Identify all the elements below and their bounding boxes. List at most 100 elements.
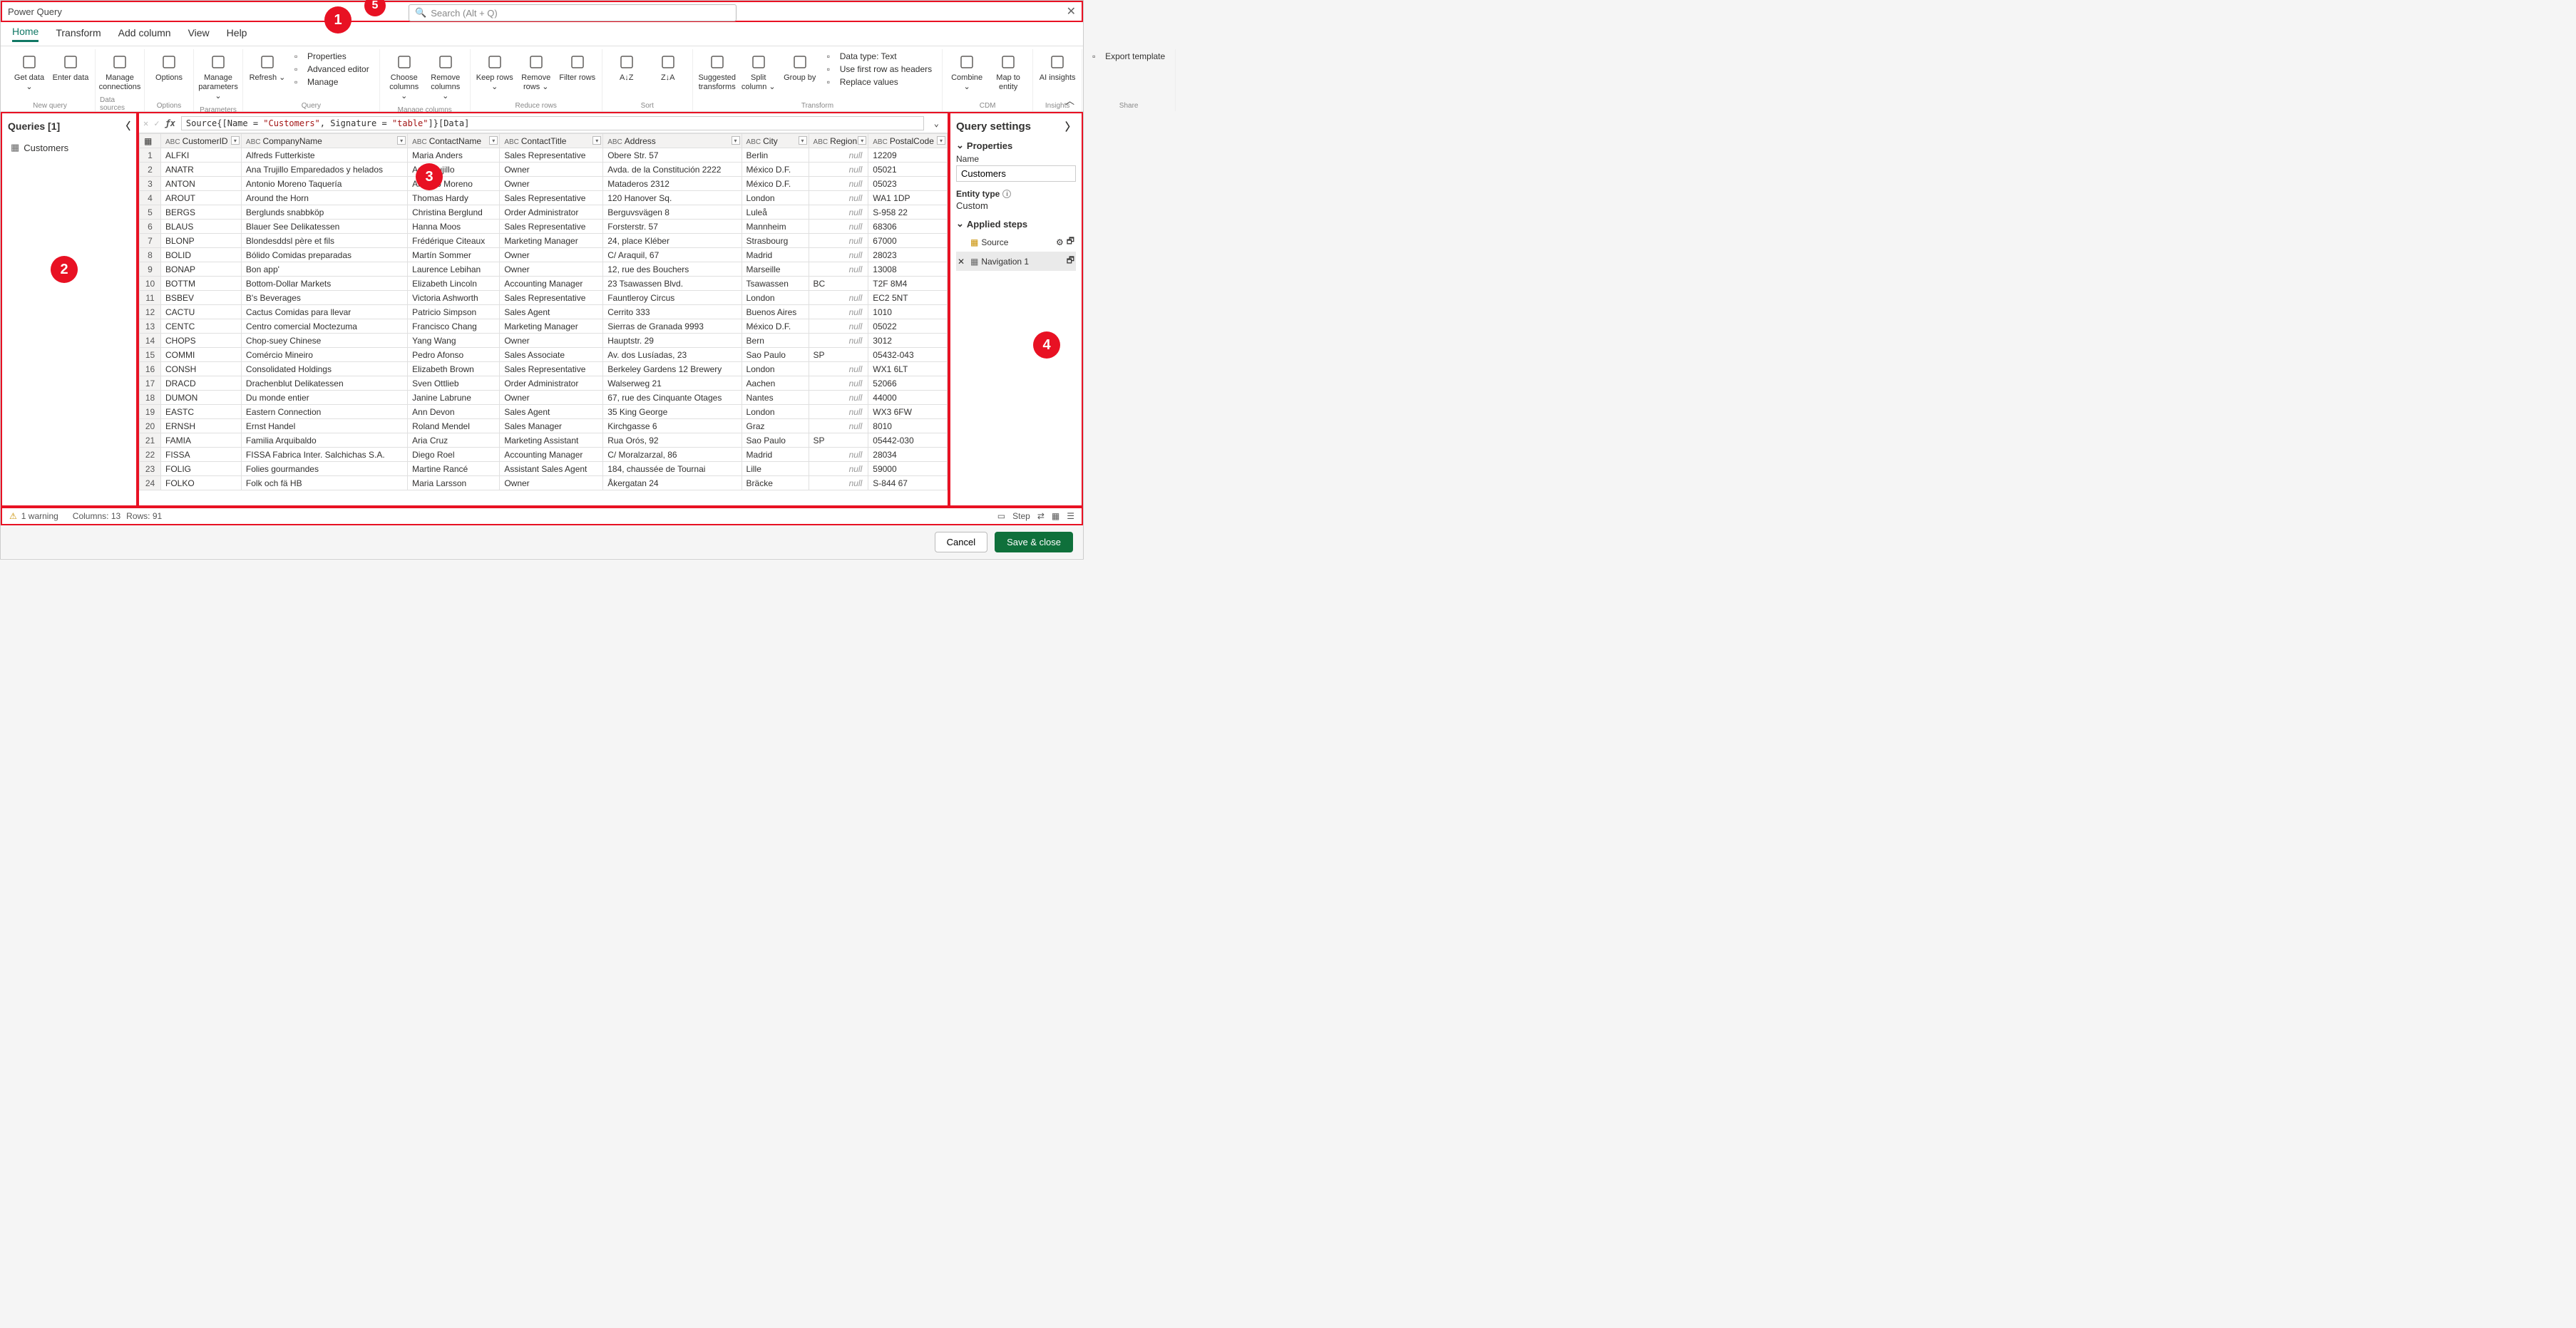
table-cell[interactable]: 67, rue des Cinquante Otages (603, 391, 742, 405)
table-cell[interactable]: B's Beverages (241, 291, 407, 305)
table-cell[interactable]: Sales Agent (500, 305, 603, 319)
row-number[interactable]: 4 (140, 191, 161, 205)
table-cell[interactable]: null (809, 448, 868, 462)
table-cell[interactable]: 67000 (868, 234, 948, 248)
table-cell[interactable]: null (809, 419, 868, 433)
row-number[interactable]: 21 (140, 433, 161, 448)
table-cell[interactable]: Walserweg 21 (603, 376, 742, 391)
table-cell[interactable]: Pedro Afonso (408, 348, 500, 362)
table-cell[interactable]: null (809, 248, 868, 262)
table-cell[interactable]: 12209 (868, 148, 948, 163)
filter-dropdown-icon[interactable]: ▾ (732, 136, 740, 145)
manage-parameters-button[interactable]: Manage parameters ⌄ (198, 49, 238, 105)
table-cell[interactable]: null (809, 362, 868, 376)
table-cell[interactable]: London (742, 362, 809, 376)
row-number[interactable]: 5 (140, 205, 161, 220)
column-header-customerid[interactable]: ABCCustomerID▾ (161, 134, 242, 148)
table-cell[interactable]: WX3 6FW (868, 405, 948, 419)
table-row[interactable]: 19EASTCEastern ConnectionAnn DevonSales … (140, 405, 948, 419)
column-header-contactname[interactable]: ABCContactName▾ (408, 134, 500, 148)
query-item-customers[interactable]: ▦ Customers (8, 140, 130, 155)
column-header-address[interactable]: ABCAddress▾ (603, 134, 742, 148)
table-cell[interactable]: null (809, 163, 868, 177)
row-number[interactable]: 1 (140, 148, 161, 163)
table-cell[interactable]: Aria Cruz (408, 433, 500, 448)
table-cell[interactable]: DUMON (161, 391, 242, 405)
table-cell[interactable]: 184, chaussée de Tournai (603, 462, 742, 476)
split-column-button[interactable]: Split column ⌄ (739, 49, 779, 95)
row-number[interactable]: 10 (140, 277, 161, 291)
chevron-down-icon[interactable]: ⌄ (956, 218, 964, 230)
table-cell[interactable]: null (809, 148, 868, 163)
table-cell[interactable]: Hauptstr. 29 (603, 334, 742, 348)
row-number[interactable]: 16 (140, 362, 161, 376)
link-icon[interactable]: 🗗 (1067, 254, 1074, 269)
table-row[interactable]: 2ANATRAna Trujillo Emparedados y helados… (140, 163, 948, 177)
table-cell[interactable]: null (809, 262, 868, 277)
table-cell[interactable]: Obere Str. 57 (603, 148, 742, 163)
sort-asc-button[interactable]: A↓Z (607, 49, 647, 86)
filter-dropdown-icon[interactable]: ▾ (799, 136, 807, 145)
table-cell[interactable]: Ann Devon (408, 405, 500, 419)
tab-transform[interactable]: Transform (56, 27, 101, 41)
table-cell[interactable]: Berlin (742, 148, 809, 163)
ai-insights-button[interactable]: AI insights (1037, 49, 1077, 86)
table-cell[interactable]: 52066 (868, 376, 948, 391)
table-cell[interactable]: Buenos Aires (742, 305, 809, 319)
table-row[interactable]: 24FOLKOFolk och fä HBMaria LarssonOwnerÅ… (140, 476, 948, 490)
row-number[interactable]: 15 (140, 348, 161, 362)
remove-rows-button[interactable]: Remove rows ⌄ (516, 49, 556, 95)
table-cell[interactable]: Ana Trujillo Emparedados y helados (241, 163, 407, 177)
table-cell[interactable]: T2F 8M4 (868, 277, 948, 291)
map-to-entity-button[interactable]: Map to entity (988, 49, 1028, 95)
table-cell[interactable]: Martín Sommer (408, 248, 500, 262)
table-cell[interactable]: 68306 (868, 220, 948, 234)
group-by-button[interactable]: Group by (780, 49, 820, 86)
chevron-right-icon[interactable]: 〉 (1065, 119, 1076, 134)
table-cell[interactable]: null (809, 462, 868, 476)
data-grid[interactable]: ▦ABCCustomerID▾ABCCompanyName▾ABCContact… (139, 133, 948, 505)
table-row[interactable]: 20ERNSHErnst HandelRoland MendelSales Ma… (140, 419, 948, 433)
formula-input[interactable]: Source{[Name = "Customers", Signature = … (181, 116, 924, 130)
choose-columns-button[interactable]: Choose columns ⌄ (384, 49, 424, 105)
table-cell[interactable]: Forsterstr. 57 (603, 220, 742, 234)
chevron-left-icon[interactable]: 〈 (120, 119, 130, 133)
manage-button[interactable]: ▫Manage (292, 76, 372, 88)
table-cell[interactable]: C/ Araquil, 67 (603, 248, 742, 262)
table-row[interactable]: 14CHOPSChop-suey ChineseYang WangOwnerHa… (140, 334, 948, 348)
suggested-transforms-button[interactable]: Suggested transforms (697, 49, 737, 95)
table-cell[interactable]: 1010 (868, 305, 948, 319)
table-row[interactable]: 15COMMIComércio MineiroPedro AfonsoSales… (140, 348, 948, 362)
table-cell[interactable]: S-844 67 (868, 476, 948, 490)
column-header-contacttitle[interactable]: ABCContactTitle▾ (500, 134, 603, 148)
row-number[interactable]: 24 (140, 476, 161, 490)
table-cell[interactable]: S-958 22 (868, 205, 948, 220)
table-cell[interactable]: 23 Tsawassen Blvd. (603, 277, 742, 291)
table-cell[interactable]: Sven Ottlieb (408, 376, 500, 391)
table-cell[interactable]: CACTU (161, 305, 242, 319)
table-cell[interactable]: Diego Roel (408, 448, 500, 462)
step-navigation[interactable]: ✕ ▦ Navigation 1 🗗 (956, 252, 1076, 271)
table-cell[interactable]: Antonio Moreno Taquería (241, 177, 407, 191)
table-cell[interactable]: ANATR (161, 163, 242, 177)
table-cell[interactable]: Bólido Comidas preparadas (241, 248, 407, 262)
table-cell[interactable]: Owner (500, 334, 603, 348)
warning-text[interactable]: 1 warning (21, 511, 58, 521)
table-cell[interactable]: 59000 (868, 462, 948, 476)
table-cell[interactable]: null (809, 234, 868, 248)
table-cell[interactable]: Around the Horn (241, 191, 407, 205)
tab-help[interactable]: Help (227, 27, 247, 41)
step-source[interactable]: ▦ Source ⚙ 🗗 (956, 232, 1076, 252)
table-cell[interactable]: ALFKI (161, 148, 242, 163)
row-number[interactable]: 20 (140, 419, 161, 433)
table-cell[interactable]: EASTC (161, 405, 242, 419)
table-cell[interactable]: 35 King George (603, 405, 742, 419)
table-cell[interactable]: Luleå (742, 205, 809, 220)
table-cell[interactable]: BC (809, 277, 868, 291)
table-cell[interactable]: Cactus Comidas para llevar (241, 305, 407, 319)
table-cell[interactable]: Familia Arquibaldo (241, 433, 407, 448)
table-cell[interactable]: FOLKO (161, 476, 242, 490)
table-cell[interactable]: London (742, 191, 809, 205)
table-cell[interactable]: 28034 (868, 448, 948, 462)
table-cell[interactable]: Francisco Chang (408, 319, 500, 334)
